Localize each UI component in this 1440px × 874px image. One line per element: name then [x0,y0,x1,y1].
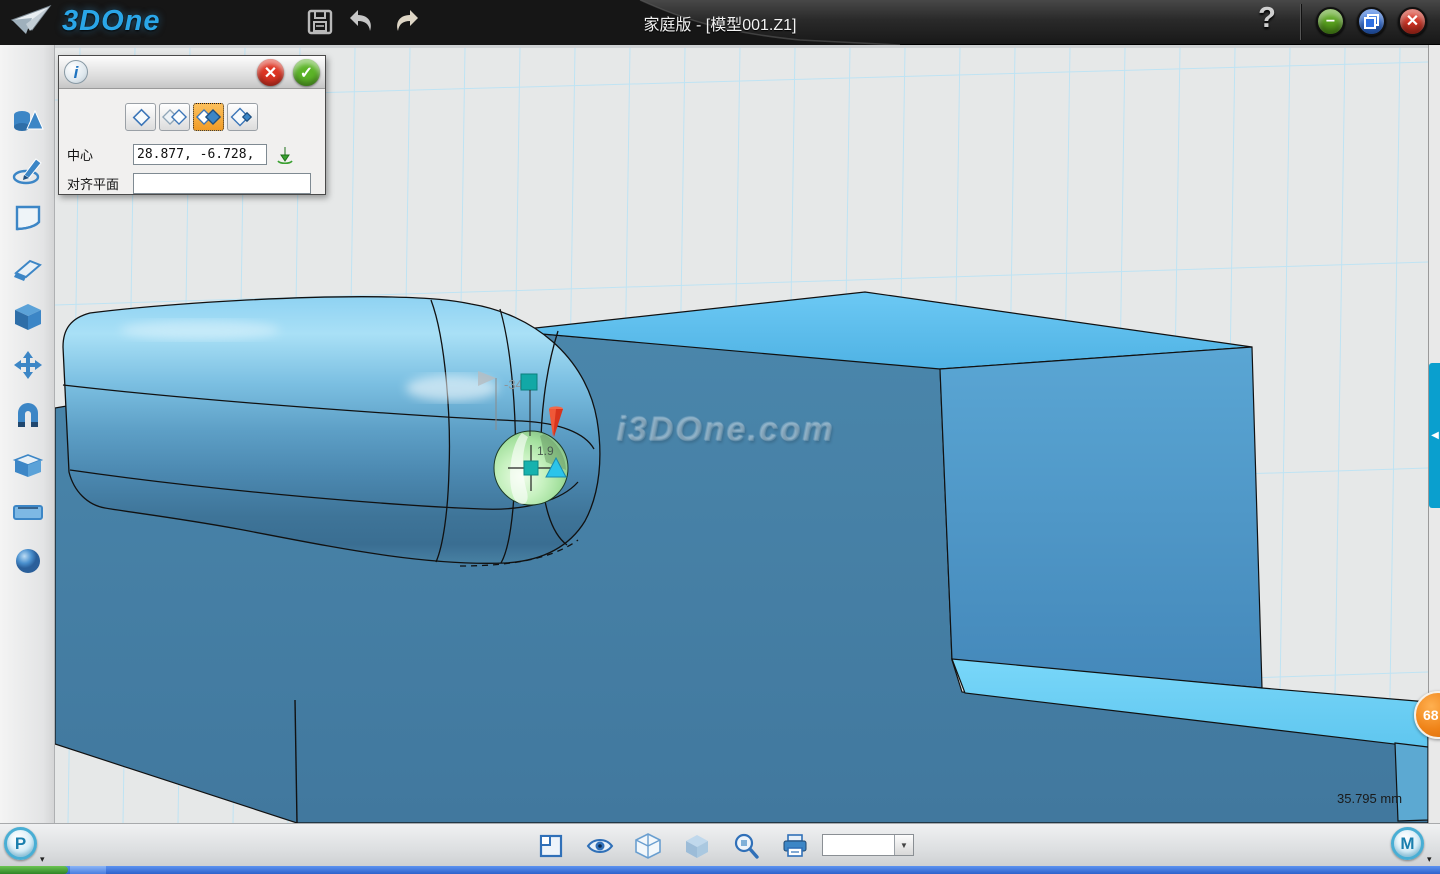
center-field-row: 中心 [67,144,296,165]
os-start-button[interactable] [0,866,68,874]
eye-icon [586,836,614,856]
restore-icon [1364,14,1379,29]
shaded-cube-icon [684,833,710,859]
info-icon: i [64,60,88,84]
mode-letter: M [1400,834,1414,854]
minimize-button[interactable]: − [1316,7,1345,36]
center-handle-square[interactable] [524,461,538,475]
badge-number: 68 [1423,707,1439,723]
wireframe-cube-icon [635,833,661,859]
model-step-side-face[interactable] [1395,743,1428,821]
close-button[interactable]: ✕ [1398,7,1427,36]
align-plane-input[interactable] [133,173,311,194]
help-button[interactable]: ? [1252,2,1282,42]
cube-icon [13,302,43,332]
sphere-icon [13,546,43,576]
wireframe-mode-button[interactable] [633,832,663,860]
profile-menu-button[interactable]: P [4,827,37,860]
sidebar-item-constraint[interactable] [8,396,48,436]
print-button[interactable] [780,832,810,860]
depth-value-label: 1.9 [537,444,554,458]
pick-point-icon[interactable] [274,145,296,165]
dimension-label: 35.795 mm [1337,791,1402,806]
open-box-icon [12,449,44,479]
profile-letter: P [15,834,26,854]
move-arrows-icon [13,350,43,380]
title-bar: 3DOne 家庭版 - [模型001.Z1] ? − [0,0,1440,45]
sketch-pen-icon [12,155,44,185]
collapse-arrow-icon: ◀ [1431,430,1439,441]
hole-type-options [125,103,258,131]
os-taskbar[interactable] [0,866,1440,874]
mode-menu-arrow[interactable]: ▾ [1427,854,1432,865]
display-mode-select[interactable]: ▼ [822,834,914,856]
drag-handle-square[interactable] [521,374,537,390]
plane-icon [13,203,43,233]
dialog-header: i ✕ ✓ [59,56,325,89]
view-layout-button[interactable] [536,832,566,860]
primitives-icon [12,107,44,137]
zoom-button[interactable] [731,832,761,860]
align-field-label: 对齐平面 [67,174,133,193]
sidebar-item-primitives[interactable] [8,102,48,142]
option-diamond-inset[interactable] [227,103,258,131]
dialog-confirm-button[interactable]: ✓ [293,59,320,86]
model-right-face[interactable] [940,347,1262,688]
marker-value-label: -34 [504,377,523,392]
sidebar-item-trim[interactable] [8,249,48,289]
os-quicklaunch[interactable] [70,866,106,874]
application-window: 3DOne 家庭版 - [模型001.Z1] ? − [0,0,1440,874]
sidebar-item-measure[interactable] [8,492,48,532]
window-title: 家庭版 - [模型001.Z1] [0,11,1440,35]
select-arrow-icon: ▼ [894,835,913,855]
option-double-diamond[interactable] [159,103,190,131]
sidebar-item-render[interactable] [8,541,48,581]
panel-expand-tab[interactable]: ◀ [1429,363,1440,508]
center-input[interactable] [133,144,267,165]
capsule-specular-highlight2 [120,320,280,340]
mode-menu-button[interactable]: M [1391,827,1424,860]
ruler-icon [12,500,44,524]
eraser-icon [12,255,44,283]
sidebar-item-move[interactable] [8,345,48,385]
shaded-mode-button[interactable] [682,832,712,860]
bottom-toolbar: P ▾ [0,823,1440,866]
sidebar-item-sketch-plane[interactable] [8,198,48,238]
dialog-cancel-button[interactable]: ✕ [257,59,284,86]
center-field-label: 中心 [67,145,133,164]
option-diamond-pair-selected[interactable] [193,103,224,131]
titlebar-separator [1300,4,1301,40]
magnet-icon [13,401,43,431]
sidebar-item-sketch[interactable] [8,150,48,190]
sidebar-item-feature[interactable] [8,297,48,337]
sidebar-item-special-shape[interactable] [8,444,48,484]
align-field-row: 对齐平面 [67,173,311,194]
printer-icon [782,834,808,858]
magnifier-icon [733,833,759,859]
profile-menu-arrow[interactable]: ▾ [40,854,45,865]
restore-button[interactable] [1357,7,1386,36]
visibility-button[interactable] [585,832,615,860]
view-layout-icon [539,834,563,858]
close-icon: ✕ [1406,14,1419,30]
tool-sidebar [0,45,55,823]
command-dialog: i ✕ ✓ [58,55,326,195]
option-single-diamond[interactable] [125,103,156,131]
minimize-icon: − [1326,14,1335,30]
